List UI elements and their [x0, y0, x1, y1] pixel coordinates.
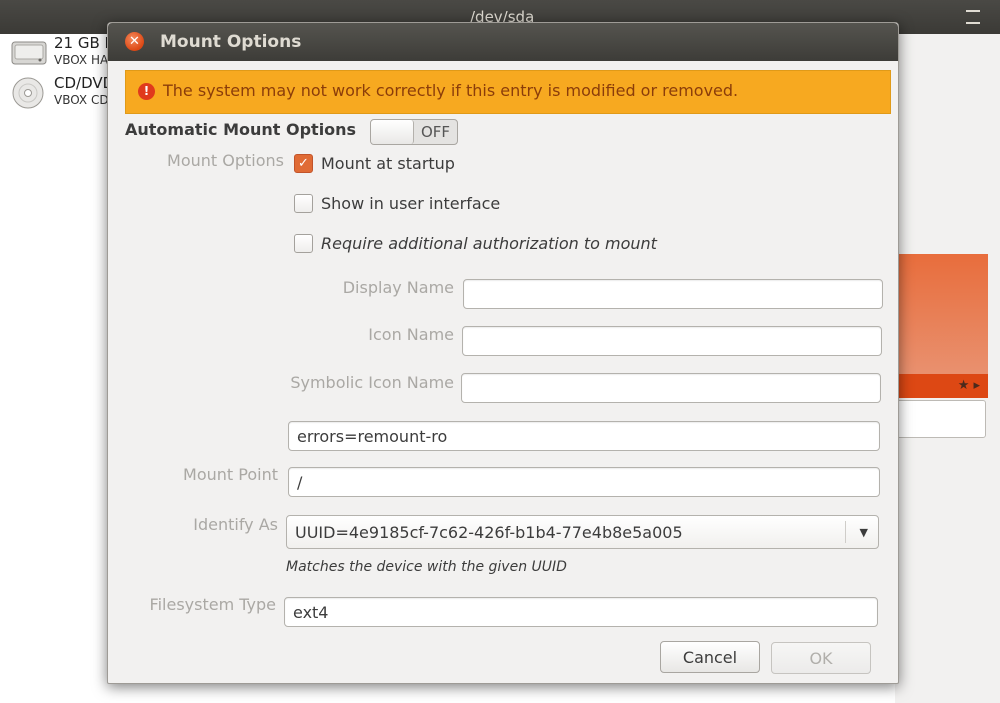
drive-model: VBOX CD	[54, 93, 109, 107]
show-in-ui-checkbox[interactable]	[294, 194, 313, 213]
identify-as-value: UUID=4e9185cf-7c62-426f-b1b4-77e4b8e5a00…	[295, 523, 683, 542]
identify-as-hint: Matches the device with the given UUID	[286, 559, 567, 575]
toggle-state: OFF	[421, 123, 451, 141]
identify-as-label: Identify As	[193, 515, 278, 534]
icon-name-field[interactable]	[462, 326, 882, 356]
mount-options-label: Mount Options	[167, 151, 284, 170]
filesystem-type-field[interactable]: ext4	[284, 597, 878, 627]
mount-point-field[interactable]: /	[288, 467, 880, 497]
drive-name: CD/DVD	[54, 74, 115, 92]
dialog-title: Mount Options	[160, 32, 302, 52]
optical-disc-icon	[12, 77, 44, 109]
ok-button[interactable]: OK	[771, 642, 871, 674]
icon-name-label: Icon Name	[368, 325, 454, 344]
combo-separator	[845, 521, 846, 543]
require-auth-label[interactable]: Require additional authorization to moun…	[321, 234, 657, 253]
gear-play-icons[interactable]: ★ ▸	[958, 378, 980, 393]
drive-item-cdrom[interactable]: CD/DVD VBOX CD	[10, 74, 114, 110]
identify-as-combo[interactable]: UUID=4e9185cf-7c62-426f-b1b4-77e4b8e5a00…	[286, 515, 879, 549]
menu-icon[interactable]	[966, 10, 980, 24]
symbolic-icon-name-label: Symbolic Icon Name	[290, 373, 454, 392]
automatic-mount-toggle[interactable]: OFF	[370, 119, 458, 145]
mount-at-startup-checkbox[interactable]: ✓	[294, 154, 313, 173]
hard-disk-icon	[11, 41, 47, 65]
drive-item-hdd[interactable]: 21 GB D VBOX HA	[10, 34, 116, 70]
mount-options-field[interactable]: errors=remount-ro	[288, 421, 880, 451]
warning-banner: ! The system may not work correctly if t…	[125, 70, 891, 114]
warning-text: The system may not work correctly if thi…	[163, 81, 739, 100]
toggle-knob	[371, 120, 414, 144]
symbolic-icon-name-field[interactable]	[461, 373, 881, 403]
filesystem-type-label: Filesystem Type	[149, 595, 276, 614]
display-name-field[interactable]	[463, 279, 883, 309]
automatic-mount-options-label: Automatic Mount Options	[125, 120, 357, 139]
mount-at-startup-label[interactable]: Mount at startup	[321, 154, 455, 173]
display-name-label: Display Name	[342, 278, 454, 297]
close-icon[interactable]: ✕	[125, 32, 144, 51]
cancel-button[interactable]: Cancel	[660, 641, 760, 673]
mount-options-dialog: ✕ Mount Options ! The system may not wor…	[107, 22, 899, 684]
show-in-ui-label[interactable]: Show in user interface	[321, 194, 500, 213]
require-auth-checkbox[interactable]	[294, 234, 313, 253]
dialog-titlebar: ✕ Mount Options	[108, 23, 898, 61]
warning-icon: !	[138, 83, 155, 100]
mount-point-label: Mount Point	[183, 465, 278, 484]
chevron-down-icon[interactable]: ▼	[860, 516, 868, 550]
